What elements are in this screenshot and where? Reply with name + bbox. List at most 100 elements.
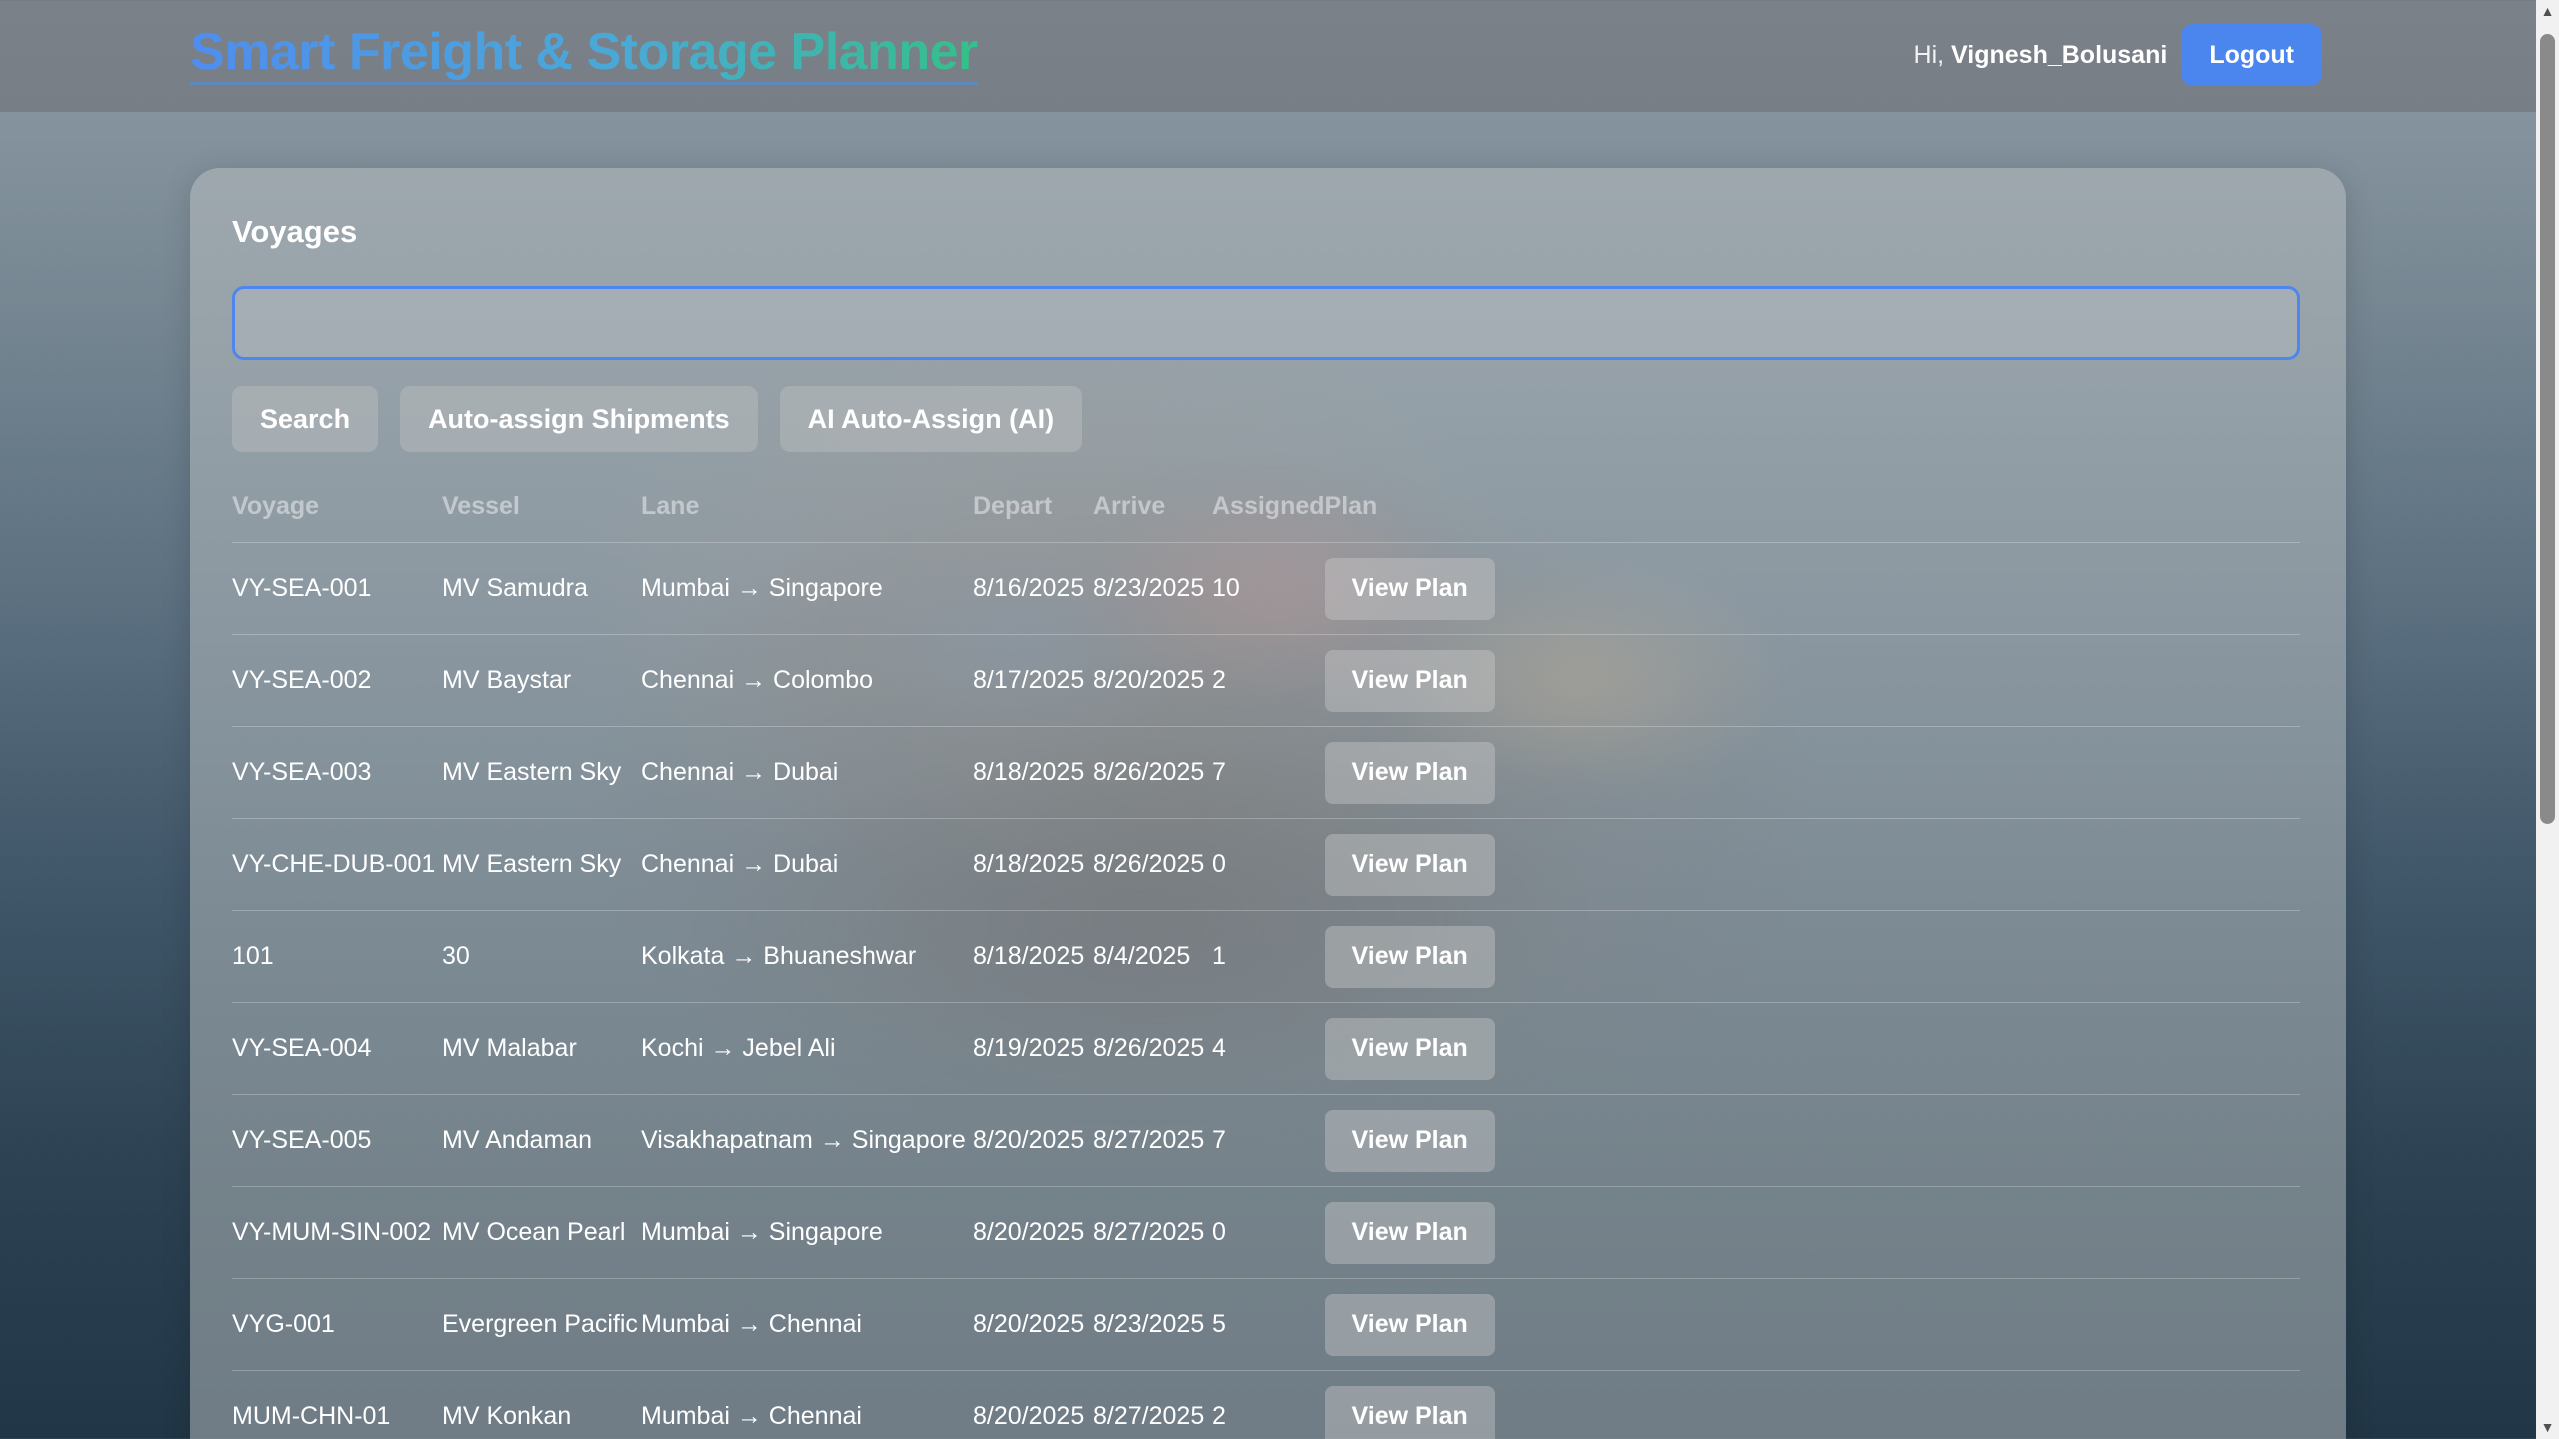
lane-cell: Mumbai → Chennai: [641, 1278, 973, 1371]
table-row: VY-SEA-003 MV Eastern Sky Chennai → Duba…: [232, 726, 2300, 819]
depart-cell: 8/20/2025: [973, 1094, 1093, 1187]
arrive-cell: 8/4/2025: [1093, 910, 1212, 1003]
lane-cell: Kochi → Jebel Ali: [641, 1002, 973, 1095]
depart-cell: 8/20/2025: [973, 1278, 1093, 1371]
arrive-cell: 8/27/2025: [1093, 1370, 1212, 1439]
column-header-arrive: Arrive: [1093, 470, 1212, 543]
voyage-cell: VY-SEA-004: [232, 1002, 442, 1095]
voyage-cell: MUM-CHN-01: [232, 1370, 442, 1439]
table-row: VY-SEA-004 MV Malabar Kochi → Jebel Ali …: [232, 1002, 2300, 1095]
depart-cell: 8/17/2025: [973, 634, 1093, 727]
column-header-lane: Lane: [641, 470, 973, 543]
view-plan-button[interactable]: View Plan: [1324, 557, 1495, 620]
depart-cell: 8/19/2025: [973, 1002, 1093, 1095]
view-plan-button[interactable]: View Plan: [1324, 1385, 1495, 1439]
view-plan-button[interactable]: View Plan: [1324, 1109, 1495, 1172]
voyage-cell: VYG-001: [232, 1278, 442, 1371]
scroll-up-arrow-icon[interactable]: ▲: [2536, 0, 2559, 23]
assigned-cell: 0: [1212, 1186, 1325, 1279]
depart-cell: 8/18/2025: [973, 726, 1093, 819]
vessel-cell: 30: [442, 910, 641, 1003]
view-plan-button[interactable]: View Plan: [1324, 649, 1495, 712]
view-plan-button[interactable]: View Plan: [1324, 741, 1495, 804]
voyage-cell: 101: [232, 910, 442, 1003]
lane-cell: Kolkata → Bhuaneshwar: [641, 910, 973, 1003]
arrive-cell: 8/20/2025: [1093, 634, 1212, 727]
voyage-cell: VY-SEA-005: [232, 1094, 442, 1187]
assigned-cell: 2: [1212, 1370, 1325, 1439]
assigned-cell: 7: [1212, 1094, 1325, 1187]
arrive-cell: 8/23/2025: [1093, 542, 1212, 635]
plan-cell: View Plan: [1324, 1278, 2300, 1371]
view-plan-button[interactable]: View Plan: [1324, 833, 1495, 896]
assigned-cell: 2: [1212, 634, 1325, 727]
logout-button[interactable]: Logout: [2181, 24, 2322, 86]
depart-cell: 8/18/2025: [973, 910, 1093, 1003]
table-row: VY-CHE-DUB-001 MV Eastern Sky Chennai → …: [232, 818, 2300, 911]
voyage-cell: VY-SEA-002: [232, 634, 442, 727]
lane-cell: Visakhapatnam → Singapore: [641, 1094, 973, 1187]
voyage-actions: Search Auto-assign Shipments AI Auto-Ass…: [232, 386, 1083, 452]
table-header-row: Voyage Vessel Lane Depart Arrive Assigne…: [232, 470, 2300, 543]
plan-cell: View Plan: [1324, 1094, 2300, 1187]
top-navbar: Smart Freight & Storage Planner Hi, Vign…: [0, 0, 2536, 112]
column-header-assigned: Assigned: [1212, 470, 1325, 543]
table-row: VY-SEA-002 MV Baystar Chennai → Colombo …: [232, 634, 2300, 727]
view-plan-button[interactable]: View Plan: [1324, 1293, 1495, 1356]
plan-cell: View Plan: [1324, 1370, 2300, 1439]
greeting-prefix: Hi,: [1913, 40, 1945, 69]
arrive-cell: 8/27/2025: [1093, 1094, 1212, 1187]
voyage-cell: VY-SEA-003: [232, 726, 442, 819]
user-area: Hi, Vignesh_Bolusani Logout: [1914, 24, 2322, 86]
plan-cell: View Plan: [1324, 910, 2300, 1003]
table-row: 101 30 Kolkata → Bhuaneshwar 8/18/2025 8…: [232, 910, 2300, 1003]
depart-cell: 8/18/2025: [973, 818, 1093, 911]
assigned-cell: 0: [1212, 818, 1325, 911]
vessel-cell: Evergreen Pacific: [442, 1278, 641, 1371]
plan-cell: View Plan: [1324, 542, 2300, 635]
voyage-cell: VY-SEA-001: [232, 542, 442, 635]
column-header-plan: Plan: [1324, 470, 2300, 543]
lane-cell: Mumbai → Singapore: [641, 542, 973, 635]
voyage-cell: VY-CHE-DUB-001: [232, 818, 442, 911]
scroll-down-arrow-icon[interactable]: ▼: [2536, 1416, 2559, 1439]
column-header-vessel: Vessel: [442, 470, 641, 543]
arrive-cell: 8/26/2025: [1093, 818, 1212, 911]
column-header-voyage: Voyage: [232, 470, 442, 543]
vessel-cell: MV Malabar: [442, 1002, 641, 1095]
voyage-search-input[interactable]: [232, 286, 2300, 360]
page-scrollbar[interactable]: ▲ ▼: [2536, 0, 2559, 1439]
view-plan-button[interactable]: View Plan: [1324, 925, 1495, 988]
vessel-cell: MV Eastern Sky: [442, 726, 641, 819]
user-greeting: Hi, Vignesh_Bolusani: [1914, 41, 2168, 70]
view-plan-button[interactable]: View Plan: [1324, 1017, 1495, 1080]
vessel-cell: MV Konkan: [442, 1370, 641, 1439]
view-plan-button[interactable]: View Plan: [1324, 1201, 1495, 1264]
username: Vignesh_Bolusani: [1951, 40, 2168, 69]
lane-cell: Chennai → Colombo: [641, 634, 973, 727]
plan-cell: View Plan: [1324, 634, 2300, 727]
app-title[interactable]: Smart Freight & Storage Planner: [190, 22, 978, 85]
ai-auto-assign-button[interactable]: AI Auto-Assign (AI): [779, 386, 1083, 452]
vessel-cell: MV Andaman: [442, 1094, 641, 1187]
depart-cell: 8/20/2025: [973, 1370, 1093, 1439]
auto-assign-shipments-button[interactable]: Auto-assign Shipments: [400, 386, 758, 452]
column-header-depart: Depart: [973, 470, 1093, 543]
voyage-cell: VY-MUM-SIN-002: [232, 1186, 442, 1279]
voyages-card: Voyages Search Auto-assign Shipments AI …: [190, 168, 2346, 1439]
arrive-cell: 8/26/2025: [1093, 726, 1212, 819]
table-row: VY-MUM-SIN-002 MV Ocean Pearl Mumbai → S…: [232, 1186, 2300, 1279]
lane-cell: Mumbai → Singapore: [641, 1186, 973, 1279]
search-button[interactable]: Search: [232, 386, 379, 452]
table-row: VY-SEA-001 MV Samudra Mumbai → Singapore…: [232, 542, 2300, 635]
plan-cell: View Plan: [1324, 818, 2300, 911]
depart-cell: 8/16/2025: [973, 542, 1093, 635]
table-row: VYG-001 Evergreen Pacific Mumbai → Chenn…: [232, 1278, 2300, 1371]
scrollbar-thumb[interactable]: [2540, 34, 2555, 824]
assigned-cell: 5: [1212, 1278, 1325, 1371]
assigned-cell: 7: [1212, 726, 1325, 819]
plan-cell: View Plan: [1324, 1186, 2300, 1279]
lane-cell: Chennai → Dubai: [641, 726, 973, 819]
voyages-table: Voyage Vessel Lane Depart Arrive Assigne…: [232, 470, 2300, 1439]
vessel-cell: MV Samudra: [442, 542, 641, 635]
